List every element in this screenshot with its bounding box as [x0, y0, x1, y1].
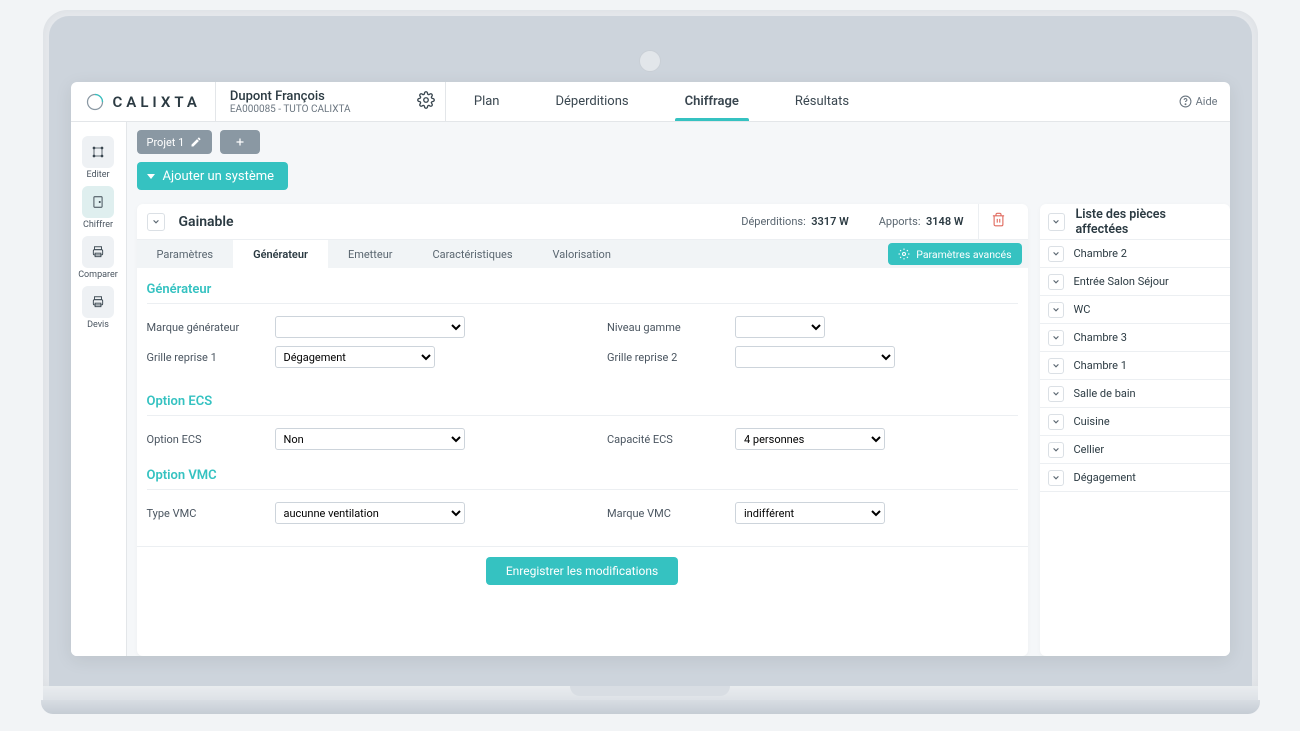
system-title: Gainable [179, 214, 234, 230]
add-project-button[interactable] [220, 130, 260, 154]
chevron-down-icon[interactable] [1048, 330, 1064, 346]
room-item[interactable]: Chambre 1 [1040, 352, 1230, 380]
plus-icon [234, 136, 246, 148]
printer-icon [90, 295, 106, 309]
chevron-down-icon[interactable] [1048, 470, 1064, 486]
grille1-select[interactable]: Dégagement [275, 346, 435, 368]
gear-icon[interactable] [417, 91, 435, 113]
nav-tab-plan[interactable]: Plan [446, 82, 528, 121]
delete-system-button[interactable] [991, 212, 1006, 231]
add-system-button[interactable]: Ajouter un système [137, 162, 289, 190]
subtab-emetteur[interactable]: Emetteur [328, 240, 413, 268]
nav-tabs: Plan Déperditions Chiffrage Résultats [446, 82, 1167, 121]
option-ecs-select[interactable]: Non [275, 428, 465, 450]
grille1-label: Grille reprise 1 [147, 351, 267, 364]
side-comparer[interactable]: Comparer [77, 236, 119, 280]
subtab-caracteristiques[interactable]: Caractéristiques [413, 240, 533, 268]
gear-icon [898, 248, 910, 260]
nav-tab-chiffrage[interactable]: Chiffrage [657, 82, 767, 121]
room-item[interactable]: Entrée Salon Séjour [1040, 268, 1230, 296]
type-vmc-select[interactable]: aucunne ventilation [275, 502, 465, 524]
subtab-generateur[interactable]: Générateur [233, 240, 328, 268]
left-sidebar: Editer Chiffrer Comparer Devis [71, 122, 127, 656]
project-toolbar: Projet 1 [127, 122, 1230, 162]
generator-section-title: Générateur [147, 276, 1018, 303]
client-name: Dupont François [230, 89, 431, 104]
marque-generateur-label: Marque générateur [147, 321, 267, 334]
project-info: Dupont François EA000085 - TUTO CALIXTA [216, 82, 446, 121]
brand: CALIXTA [71, 82, 216, 121]
project-ref: EA000085 - TUTO CALIXTA [230, 104, 431, 115]
capacite-ecs-select[interactable]: 4 personnes [735, 428, 885, 450]
system-panel: Gainable Déperditions: 3317 W Apports: 3… [137, 204, 1028, 656]
save-button[interactable]: Enregistrer les modifications [486, 557, 678, 585]
room-item[interactable]: Cuisine [1040, 408, 1230, 436]
brand-logo-icon [85, 92, 105, 112]
chevron-down-icon[interactable] [1048, 302, 1064, 318]
top-bar: CALIXTA Dupont François EA000085 - TUTO … [71, 82, 1230, 122]
chevron-down-icon[interactable] [1048, 246, 1064, 262]
main-area: Projet 1 Ajouter un système [127, 122, 1230, 656]
help-icon [1179, 95, 1192, 108]
grille2-label: Grille reprise 2 [607, 351, 727, 364]
option-ecs-label: Option ECS [147, 433, 267, 446]
advanced-params-button[interactable]: Paramètres avancés [888, 243, 1021, 265]
marque-vmc-select[interactable]: indifférent [735, 502, 885, 524]
ecs-section-title: Option ECS [147, 388, 1018, 415]
marque-generateur-select[interactable] [275, 316, 465, 338]
niveau-gamme-label: Niveau gamme [607, 321, 727, 334]
trash-icon [991, 212, 1006, 227]
door-icon [91, 194, 105, 210]
side-chiffrer[interactable]: Chiffrer [77, 186, 119, 230]
room-item[interactable]: Chambre 3 [1040, 324, 1230, 352]
room-item[interactable]: Salle de bain [1040, 380, 1230, 408]
system-stats: Déperditions: 3317 W Apports: 3148 W [741, 215, 963, 228]
side-devis[interactable]: Devis [77, 286, 119, 330]
nav-tab-deperditions[interactable]: Déperditions [528, 82, 657, 121]
rooms-list: Chambre 2 Entrée Salon Séjour WC Chambre… [1040, 240, 1230, 492]
subtab-parametres[interactable]: Paramètres [137, 240, 234, 268]
type-vmc-label: Type VMC [147, 507, 267, 520]
project-chip[interactable]: Projet 1 [137, 130, 213, 154]
chevron-down-icon[interactable] [1048, 386, 1064, 402]
nav-tab-resultats[interactable]: Résultats [767, 82, 877, 121]
niveau-gamme-select[interactable] [735, 316, 825, 338]
collapse-toggle[interactable] [147, 213, 165, 231]
app-window: CALIXTA Dupont François EA000085 - TUTO … [71, 82, 1230, 656]
help-label: Aide [1196, 95, 1218, 108]
rooms-collapse-toggle[interactable] [1048, 213, 1066, 231]
rooms-panel: Liste des pièces affectées Chambre 2 Ent… [1040, 204, 1230, 656]
subtab-valorisation[interactable]: Valorisation [533, 240, 631, 268]
capacite-ecs-label: Capacité ECS [607, 433, 727, 446]
system-header: Gainable Déperditions: 3317 W Apports: 3… [137, 204, 1028, 240]
subtabs: Paramètres Générateur Emetteur Caractéri… [137, 240, 1028, 268]
chevron-down-icon[interactable] [1048, 358, 1064, 374]
help-link[interactable]: Aide [1167, 95, 1230, 108]
chevron-down-icon[interactable] [1048, 274, 1064, 290]
edit-grid-icon [90, 144, 106, 160]
content-row: Gainable Déperditions: 3317 W Apports: 3… [127, 196, 1230, 656]
room-item[interactable]: Cellier [1040, 436, 1230, 464]
vmc-section-title: Option VMC [147, 462, 1018, 489]
caret-down-icon [147, 174, 155, 179]
marque-vmc-label: Marque VMC [607, 507, 727, 520]
printer-icon [90, 245, 106, 259]
pencil-icon [190, 136, 202, 148]
brand-name: CALIXTA [113, 93, 201, 111]
grille2-select[interactable] [735, 346, 895, 368]
room-item[interactable]: Chambre 2 [1040, 240, 1230, 268]
form-area: Générateur Marque générateur Niveau gamm… [137, 268, 1028, 540]
chevron-down-icon[interactable] [1048, 414, 1064, 430]
room-item[interactable]: WC [1040, 296, 1230, 324]
room-item[interactable]: Dégagement [1040, 464, 1230, 492]
chevron-down-icon[interactable] [1048, 442, 1064, 458]
rooms-title: Liste des pièces affectées [1075, 207, 1221, 237]
side-editer[interactable]: Editer [77, 136, 119, 180]
